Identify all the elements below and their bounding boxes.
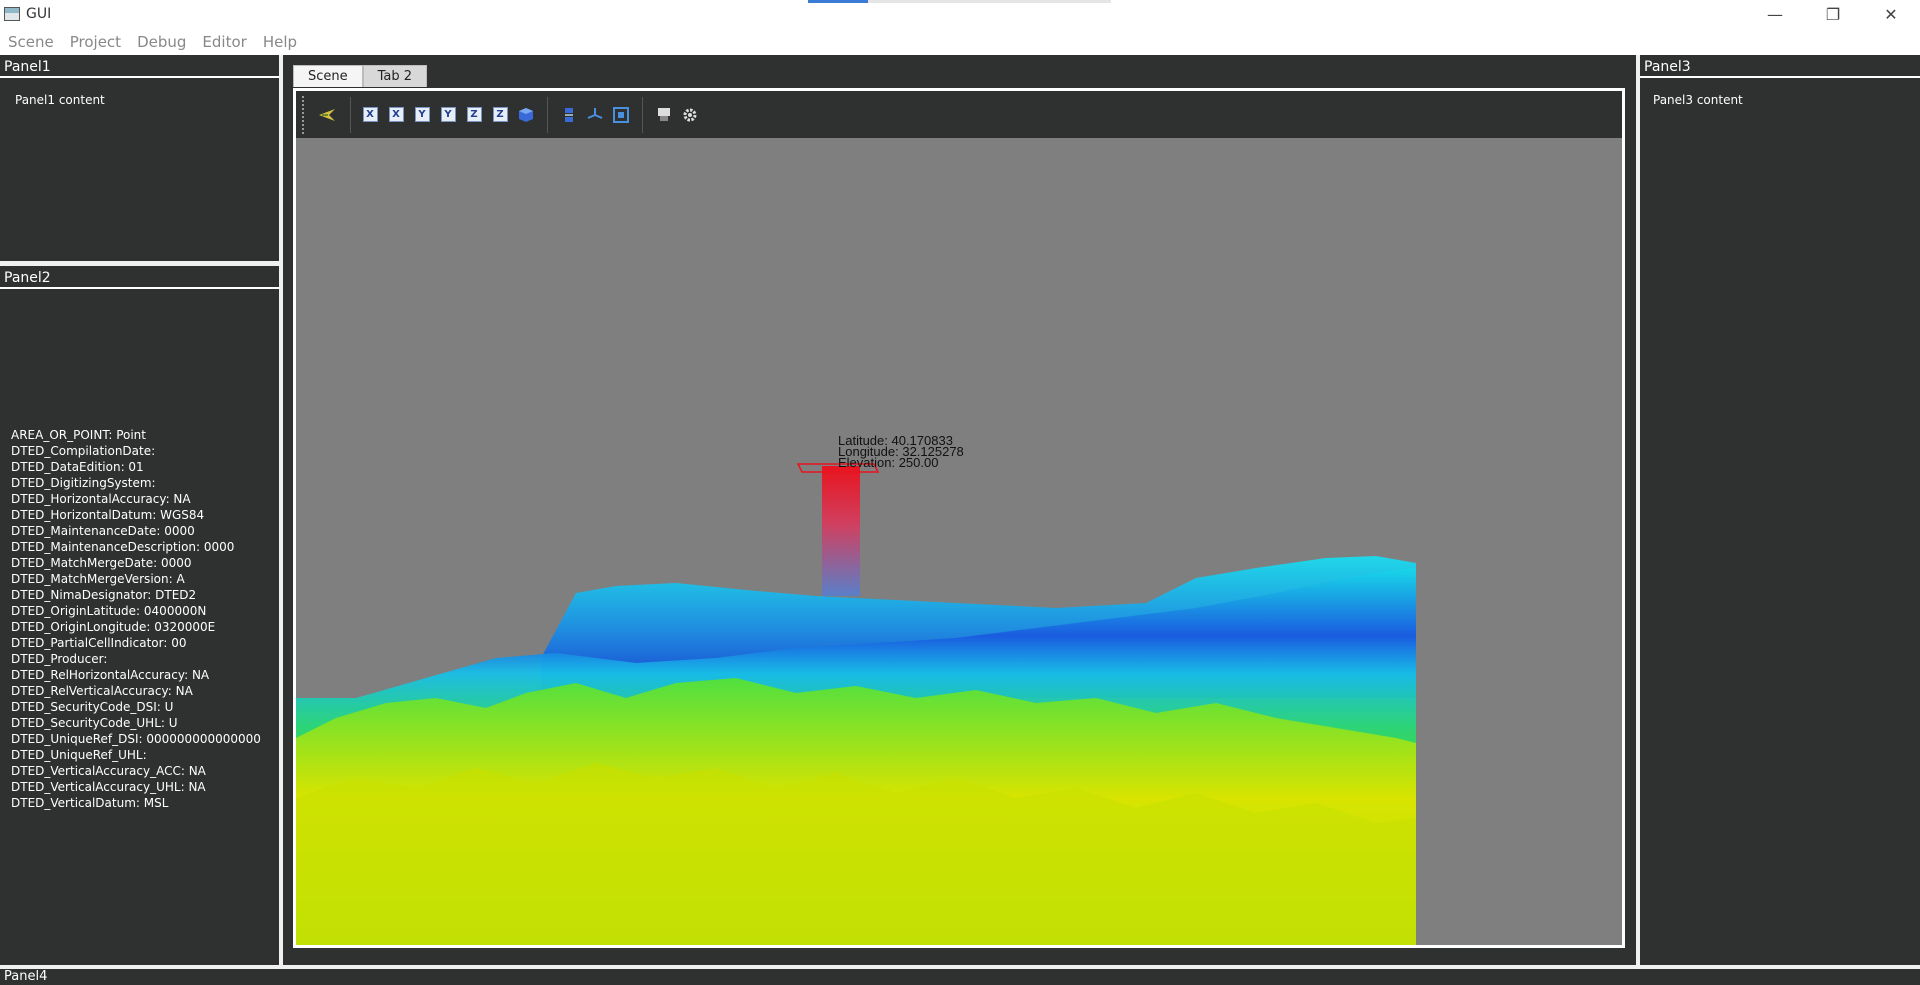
view-y-plus-icon[interactable]: Y	[411, 104, 433, 126]
metadata-line: DTED_RelHorizontalAccuracy: NA	[11, 668, 210, 682]
select-arrow-icon[interactable]	[316, 104, 338, 126]
window-title: GUI	[26, 6, 52, 22]
minimize-button[interactable]: —	[1746, 0, 1804, 28]
metadata-line: DTED_UniqueRef_DSI: 000000000000000	[11, 732, 261, 746]
metadata-line: DTED_VerticalAccuracy_ACC: NA	[11, 764, 206, 778]
view-z-plus-icon[interactable]: Z	[463, 104, 485, 126]
metadata-line: DTED_PartialCellIndicator: 00	[11, 636, 187, 650]
view-x-plus-icon[interactable]: X	[359, 104, 381, 126]
metadata-line: DTED_SecurityCode_DSI: U	[11, 700, 174, 714]
elevation-marker-column	[822, 466, 860, 596]
view-y-minus-icon[interactable]: Y	[437, 104, 459, 126]
toolbar-grip[interactable]	[302, 95, 306, 134]
menu-bar: Scene Project Debug Editor Help	[0, 28, 1920, 55]
metadata-line: DTED_DataEdition: 01	[11, 460, 144, 474]
metadata-line: DTED_VerticalDatum: MSL	[11, 796, 169, 810]
metadata-line: DTED_NimaDesignator: DTED2	[11, 588, 197, 602]
metadata-line: DTED_SecurityCode_UHL: U	[11, 716, 178, 730]
metadata-line: DTED_Producer:	[11, 652, 108, 666]
tab-2[interactable]: Tab 2	[362, 65, 428, 87]
title-progress-indicator	[808, 0, 1111, 3]
title-bar: GUI — ❐ ✕	[0, 0, 1920, 28]
metadata-line: DTED_MatchMergeVersion: A	[11, 572, 185, 586]
metadata-line: DTED_VerticalAccuracy_UHL: NA	[11, 780, 206, 794]
panel3-title: Panel3	[1640, 57, 1920, 78]
settings-gear-icon[interactable]	[679, 104, 701, 126]
menu-debug[interactable]: Debug	[129, 33, 194, 51]
center-tab-area: Scene Tab 2 X X Y Y Z Z Latitude: 40.170…	[283, 57, 1636, 960]
metadata-line: DTED_MaintenanceDate: 0000	[11, 524, 195, 538]
view-z-minus-icon[interactable]: Z	[489, 104, 511, 126]
menu-scene[interactable]: Scene	[0, 33, 62, 51]
metadata-line: DTED_RelVerticalAccuracy: NA	[11, 684, 193, 698]
maximize-button[interactable]: ❐	[1804, 0, 1862, 28]
cube-icon[interactable]	[515, 104, 537, 126]
metadata-list: AREA_OR_POINT: Point DTED_CompilationDate…	[11, 427, 261, 811]
metadata-line: DTED_MaintenanceDescription: 0000	[11, 540, 235, 554]
panel1: Panel1 Panel1 content	[0, 57, 279, 260]
scene-view[interactable]: X X Y Y Z Z Latitude: 40.170833 Longitud…	[293, 88, 1625, 948]
app-icon	[4, 7, 20, 21]
metadata-line: DTED_HorizontalDatum: WGS84	[11, 508, 205, 522]
metadata-line: DTED_OriginLatitude: 0400000N	[11, 604, 207, 618]
axes-icon[interactable]	[584, 104, 606, 126]
metadata-line: DTED_UniqueRef_UHL:	[11, 748, 147, 762]
panel1-content: Panel1 content	[15, 93, 105, 107]
3d-viewport[interactable]: Latitude: 40.170833 Longitude: 32.125278…	[296, 138, 1622, 945]
panel1-title: Panel1	[0, 57, 279, 78]
layers-icon[interactable]	[558, 104, 580, 126]
panel2-title: Panel2	[0, 268, 279, 289]
metadata-line: DTED_HorizontalAccuracy: NA	[11, 492, 191, 506]
marker-elevation: Elevation: 250.00	[838, 455, 939, 470]
metadata-line: DTED_MatchMergeDate: 0000	[11, 556, 192, 570]
screenshot-icon[interactable]	[653, 104, 675, 126]
metadata-line: DTED_CompilationDate:	[11, 444, 156, 458]
panel4-title: Panel4	[0, 969, 1920, 985]
scene-toolbar: X X Y Y Z Z	[296, 91, 1622, 138]
fit-view-icon[interactable]	[610, 104, 632, 126]
menu-editor[interactable]: Editor	[194, 33, 254, 51]
view-x-minus-icon[interactable]: X	[385, 104, 407, 126]
menu-help[interactable]: Help	[255, 33, 305, 51]
panel2: Panel2 AREA_OR_POINT: Point DTED_Compilat…	[0, 268, 279, 960]
panel3: Panel3 Panel3 content	[1640, 57, 1920, 960]
panel-splitter-1-2[interactable]	[0, 261, 279, 266]
panel3-content: Panel3 content	[1653, 93, 1743, 107]
close-button[interactable]: ✕	[1862, 0, 1920, 28]
metadata-line: DTED_OriginLongitude: 0320000E	[11, 620, 216, 634]
menu-project[interactable]: Project	[62, 33, 129, 51]
metadata-line: DTED_DigitizingSystem:	[11, 476, 156, 490]
terrain-render	[296, 463, 1416, 945]
metadata-line: AREA_OR_POINT: Point	[11, 428, 146, 442]
tab-scene[interactable]: Scene	[293, 65, 363, 87]
